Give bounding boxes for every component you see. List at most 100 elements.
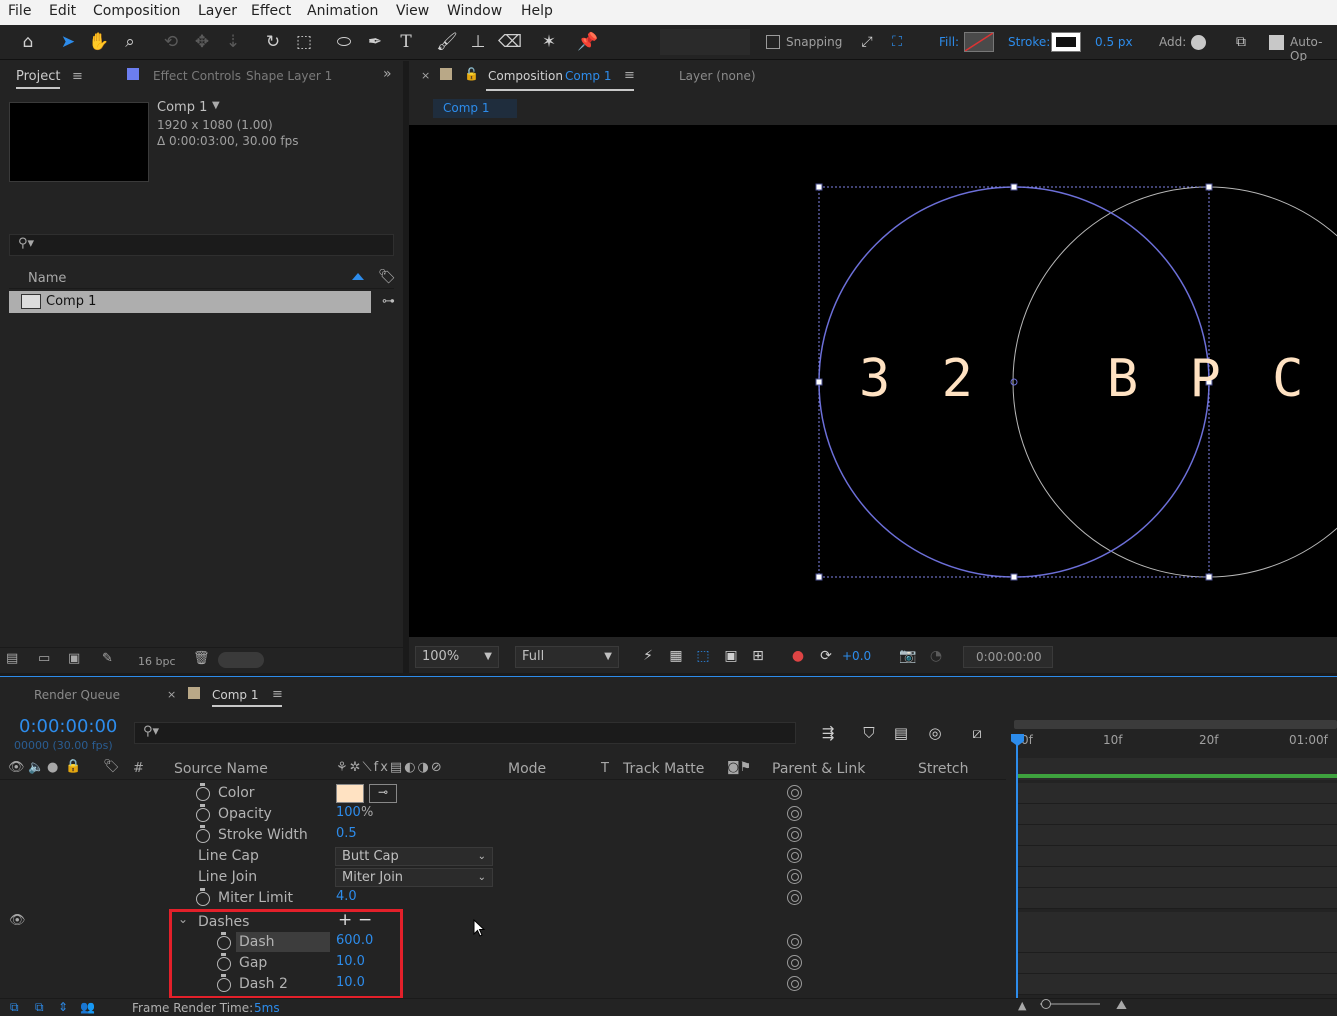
keyframe-track[interactable] xyxy=(1017,804,1337,825)
breadcrumb[interactable]: Comp 1 xyxy=(433,99,517,118)
pick-whip-icon[interactable] xyxy=(787,890,802,905)
show-snapshot-icon[interactable]: ◔ xyxy=(925,645,947,667)
pick-whip-icon[interactable] xyxy=(787,848,802,863)
menu-effect[interactable]: Effect xyxy=(251,3,291,19)
property-row-gap[interactable]: Gap 10.0 xyxy=(0,953,1006,974)
tab-composition[interactable]: Composition Comp 1 xyxy=(486,69,634,91)
dolly-camera-icon[interactable]: ⇣ xyxy=(222,31,244,53)
fill-swatch[interactable] xyxy=(964,32,994,52)
property-row-line-join[interactable]: Line Join Miter Join ⌄ xyxy=(0,867,1006,888)
viewer-timecode[interactable]: 0:00:00:00 xyxy=(963,646,1053,668)
menu-view[interactable]: View xyxy=(396,3,429,19)
roto-brush-icon[interactable]: ✶ xyxy=(538,31,560,53)
keyframe-track[interactable] xyxy=(1017,912,1337,933)
current-time[interactable]: 0:00:00:00 xyxy=(19,716,117,737)
solo-icon[interactable]: ● xyxy=(47,760,58,775)
render-time-toggle-icon[interactable]: 👥 xyxy=(80,1000,95,1014)
snap-edges-icon[interactable]: ⤢ xyxy=(856,31,878,53)
auto-open-checkbox[interactable] xyxy=(1269,35,1284,50)
zoom-in-icon[interactable]: ⛰ xyxy=(1116,998,1127,1013)
stopwatch-icon[interactable] xyxy=(196,888,210,906)
audio-icon[interactable]: 🔈 xyxy=(28,760,44,775)
rotation-tool-icon[interactable]: ↻ xyxy=(262,31,284,53)
label-tag-icon[interactable]: 🏷 xyxy=(378,269,396,285)
menu-composition[interactable]: Composition xyxy=(93,3,180,19)
snapping-checkbox[interactable] xyxy=(766,35,780,49)
grid-guides-icon[interactable]: ⊞ xyxy=(747,645,769,667)
eye-icon[interactable]: 👁 xyxy=(8,760,25,775)
snap-grid-icon[interactable]: ⛶ xyxy=(886,31,908,53)
keyframe-track[interactable] xyxy=(1017,974,1337,995)
reset-exposure-icon[interactable]: ⟳ xyxy=(815,645,837,667)
line-join-select[interactable]: Miter Join ⌄ xyxy=(335,868,493,887)
comp-canvas[interactable]: 3 2 B P C xyxy=(409,125,1337,637)
property-row-color[interactable]: Color ⊸ xyxy=(0,783,1006,804)
timeline-search-input[interactable]: ⚲▾ xyxy=(134,722,796,744)
mask-visibility-icon[interactable]: ⬚ xyxy=(692,645,714,667)
pan-camera-icon[interactable]: ✥ xyxy=(191,31,213,53)
stopwatch-icon[interactable] xyxy=(196,825,210,843)
motion-blur-icon[interactable]: ◎ xyxy=(924,722,946,744)
lock-icon[interactable]: 🔓 xyxy=(464,67,479,81)
new-folder-icon[interactable]: ▭ xyxy=(38,651,50,666)
pick-whip-icon[interactable] xyxy=(787,827,802,842)
trash-icon[interactable]: 🗑 xyxy=(193,651,210,666)
bpc-toggle[interactable]: 16 bpc xyxy=(138,655,176,668)
pick-whip-icon[interactable] xyxy=(787,976,802,991)
interpret-footage-icon[interactable]: ▤ xyxy=(6,651,18,666)
keyframe-track[interactable] xyxy=(1017,846,1337,867)
property-row-line-cap[interactable]: Line Cap Butt Cap ⌄ xyxy=(0,846,1006,867)
tab-project[interactable]: Project xyxy=(16,69,61,89)
chevron-down-icon[interactable]: ▼ xyxy=(212,100,220,111)
zoom-out-icon[interactable]: ▲ xyxy=(1018,999,1026,1012)
stroke-swatch[interactable] xyxy=(1051,32,1081,52)
tool-options-icon[interactable]: ⧉ xyxy=(1230,31,1252,53)
eraser-tool-icon[interactable]: ⌫ xyxy=(498,31,522,53)
tab-effect-controls[interactable]: Effect Controls xyxy=(153,69,241,83)
lock-icon[interactable]: 🔒 xyxy=(65,759,81,774)
menu-file[interactable]: File xyxy=(8,3,31,19)
frame-blending-icon[interactable]: ▤ xyxy=(890,722,912,744)
project-search-input[interactable]: ⚲▾ xyxy=(9,234,394,256)
stroke-width-value[interactable]: 0.5 px xyxy=(1095,35,1133,49)
exposure-value[interactable]: +0.0 xyxy=(842,649,871,663)
panel-menu-icon[interactable]: ≡ xyxy=(72,69,83,84)
hand-tool-icon[interactable]: ✋ xyxy=(88,31,110,53)
graph-editor-icon[interactable]: ⧄ xyxy=(966,722,988,744)
property-row-stroke-width[interactable]: Stroke Width 0.5 xyxy=(0,825,1006,846)
zoom-slider-handle[interactable] xyxy=(1041,999,1051,1009)
keyframe-track[interactable] xyxy=(1017,888,1337,909)
pan-behind-tool-icon[interactable]: ⬚ xyxy=(293,31,315,53)
zoom-select[interactable]: 100% ▼ xyxy=(415,646,499,668)
home-icon[interactable]: ⌂ xyxy=(17,31,39,53)
clone-stamp-icon[interactable]: ⊥ xyxy=(467,31,489,53)
adjust-settings-icon[interactable]: ✎ xyxy=(102,651,113,666)
tab-render-queue[interactable]: Render Queue xyxy=(34,688,120,702)
comp-flowchart-icon[interactable]: ⇶ xyxy=(817,722,839,744)
keyframe-track[interactable] xyxy=(1017,932,1337,953)
ellipse-tool-icon[interactable]: ⬭ xyxy=(333,31,355,53)
pick-whip-icon[interactable] xyxy=(787,955,802,970)
stopwatch-icon[interactable] xyxy=(196,804,210,822)
property-row-opacity[interactable]: Opacity 100 % xyxy=(0,804,1006,825)
selection-tool-icon[interactable]: ➤ xyxy=(57,31,79,53)
eye-icon[interactable]: 👁 xyxy=(9,913,26,928)
tab-layer[interactable]: Layer (none) xyxy=(679,69,756,83)
source-name-header[interactable]: Source Name xyxy=(174,761,268,777)
name-column-header[interactable]: Name xyxy=(28,271,66,286)
playhead-line[interactable] xyxy=(1016,742,1018,998)
line-cap-select[interactable]: Butt Cap ⌄ xyxy=(335,847,493,866)
chevron-double-right-icon[interactable]: » xyxy=(383,66,392,82)
puppet-pin-icon[interactable]: 📌 xyxy=(577,31,599,53)
menu-edit[interactable]: Edit xyxy=(49,3,76,19)
menu-layer[interactable]: Layer xyxy=(198,3,237,19)
list-item[interactable]: Comp 1 xyxy=(9,291,371,313)
property-row-dashes[interactable]: 👁 ⌄ Dashes + − xyxy=(0,910,1006,933)
keyframe-track[interactable] xyxy=(1017,783,1337,804)
fast-previews-icon[interactable]: ⚡ xyxy=(637,645,659,667)
flowchart-icon[interactable]: ⊶ xyxy=(382,294,395,309)
work-area-bar[interactable] xyxy=(1014,720,1337,729)
keyframe-track[interactable] xyxy=(1017,825,1337,846)
modes-toggle-icon[interactable]: ⧉ xyxy=(35,1000,44,1015)
transparency-grid-icon[interactable]: ▦ xyxy=(665,645,687,667)
